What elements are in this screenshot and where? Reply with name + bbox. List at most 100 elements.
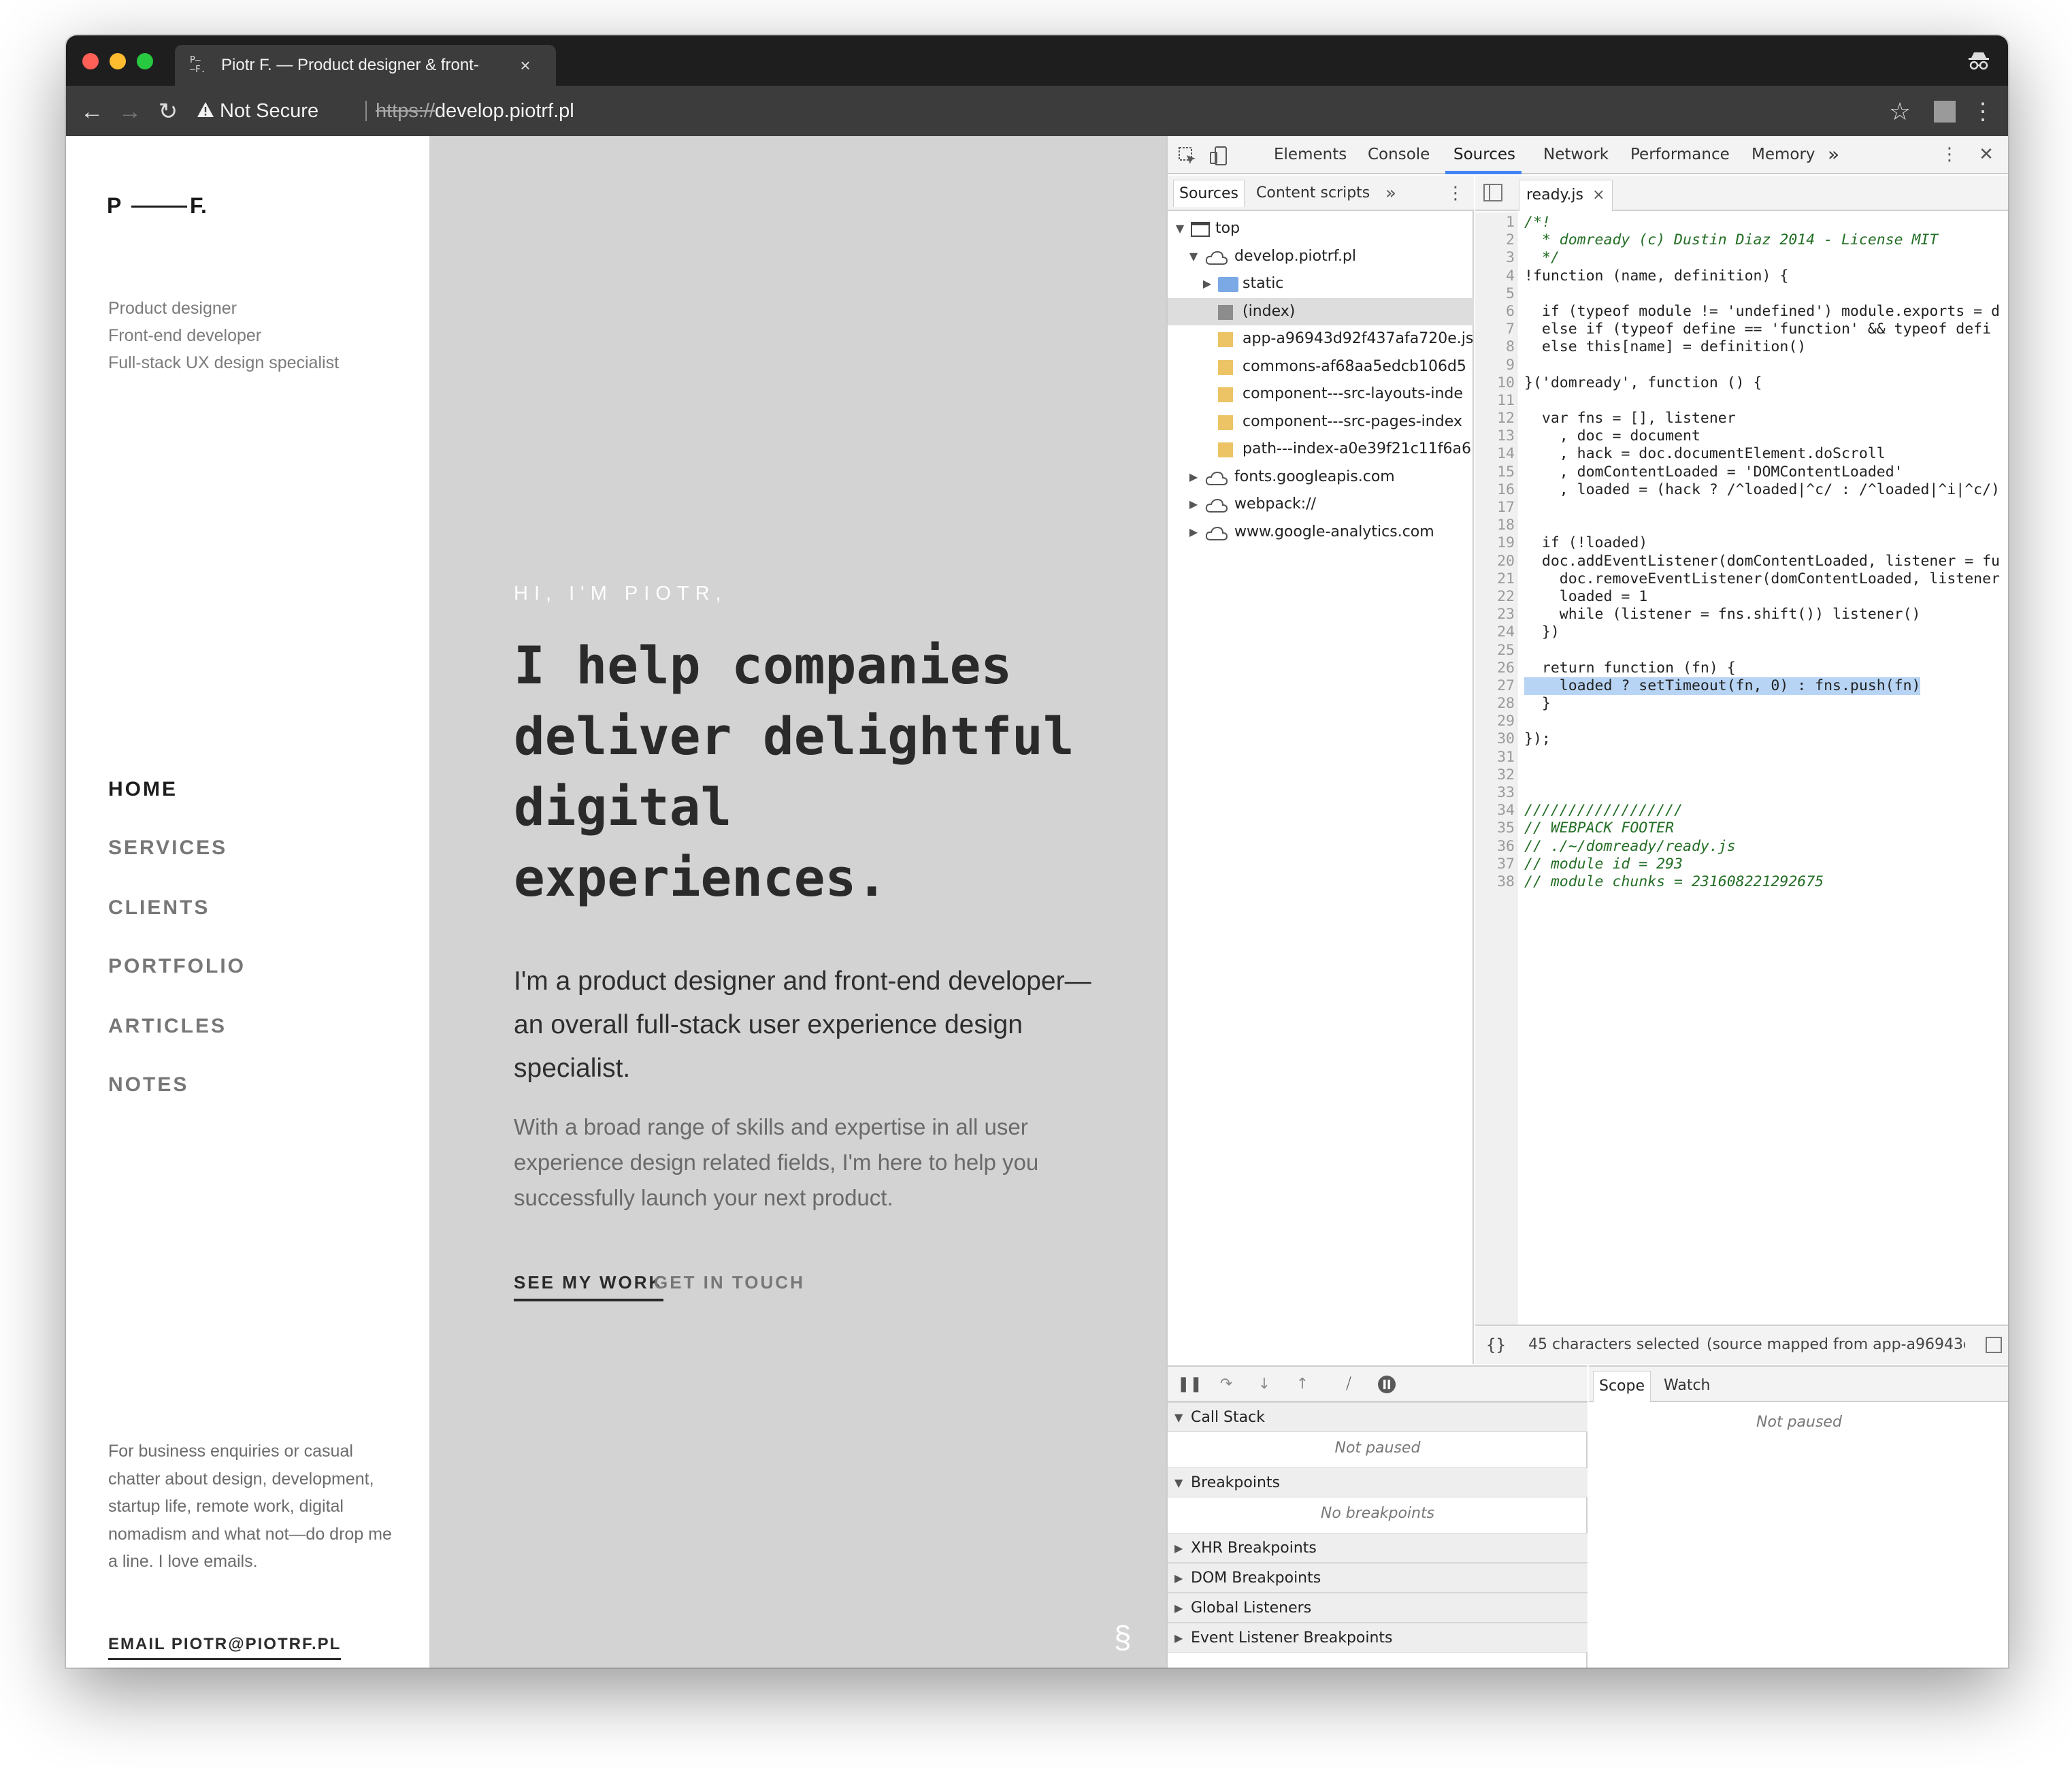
nav-services[interactable]: SERVICES — [108, 834, 227, 862]
code-line[interactable]: 25 — [1475, 642, 2008, 660]
code-line[interactable]: 34 ////////////////// — [1475, 802, 2008, 819]
tab-performance[interactable]: Performance — [1630, 143, 1730, 166]
tree-item[interactable]: ▶ fonts.googleapis.com — [1168, 464, 1474, 491]
code-line[interactable]: 6 if (typeof module != 'undefined') modu… — [1475, 303, 2008, 321]
tree-item[interactable]: component---src-pages-index — [1168, 408, 1474, 436]
expand-arrow-icon[interactable]: ▼ — [1173, 215, 1187, 242]
collapse-arrow-icon[interactable]: ▶ — [1187, 491, 1200, 518]
code-line[interactable]: 23 while (listener = fns.shift()) listen… — [1475, 606, 2008, 623]
nav-home[interactable]: HOME — [108, 776, 178, 803]
line-number[interactable]: 36 — [1475, 838, 1515, 856]
tab-network[interactable]: Network — [1543, 143, 1609, 166]
line-number[interactable]: 6 — [1475, 303, 1515, 321]
line-number[interactable]: 3 — [1475, 249, 1515, 267]
line-number[interactable]: 35 — [1475, 819, 1515, 837]
get-in-touch-button[interactable]: GET IN TOUCH — [654, 1270, 805, 1295]
navigator-more-icon[interactable]: » — [1385, 180, 1396, 207]
code-line[interactable]: 1 /*! — [1475, 214, 2008, 231]
code-line[interactable]: 36 // ./~/domready/ready.js — [1475, 838, 2008, 856]
line-number[interactable]: 7 — [1475, 321, 1515, 338]
line-number[interactable]: 21 — [1475, 570, 1515, 588]
pause-on-exceptions-icon[interactable] — [1376, 1374, 1398, 1395]
dom-breakpoints-header[interactable]: ▶ DOM Breakpoints — [1168, 1563, 1588, 1593]
code-line[interactable]: 15 , domContentLoaded = 'DOMContentLoade… — [1475, 464, 2008, 481]
code-line[interactable]: 9 — [1475, 357, 2008, 374]
tree-item[interactable]: ▼ develop.piotrf.pl — [1168, 243, 1474, 270]
line-number[interactable]: 11 — [1475, 392, 1515, 410]
code-line[interactable]: 12 var fns = [], listener — [1475, 410, 2008, 427]
line-number[interactable]: 13 — [1475, 427, 1515, 445]
nav-portfolio[interactable]: PORTFOLIO — [108, 953, 246, 980]
code-line[interactable]: 5 — [1475, 285, 2008, 303]
nav-notes[interactable]: NOTES — [108, 1071, 188, 1099]
xhr-breakpoints-header[interactable]: ▶ XHR Breakpoints — [1168, 1533, 1588, 1563]
tree-item[interactable]: ▶ static — [1168, 270, 1474, 297]
code-line[interactable]: 16 , loaded = (hack ? /^loaded|^c/ : /^l… — [1475, 481, 2008, 499]
code-line[interactable]: 33 — [1475, 784, 2008, 802]
tab-console[interactable]: Console — [1368, 143, 1430, 166]
tab-close-button[interactable]: × — [515, 54, 536, 76]
extension-icon[interactable] — [1934, 101, 1956, 123]
line-number[interactable]: 1 — [1475, 214, 1515, 231]
code-line[interactable]: 21 doc.removeEventListener(domContentLoa… — [1475, 570, 2008, 588]
line-number[interactable]: 8 — [1475, 338, 1515, 356]
code-line[interactable]: 10}('domready', function () { — [1475, 374, 2008, 392]
tree-item[interactable]: ▶ webpack:// — [1168, 491, 1474, 518]
devtools-menu-icon[interactable]: ⋮ — [1938, 143, 1961, 166]
code-line[interactable]: 4 !function (name, definition) { — [1475, 267, 2008, 285]
tab-scope[interactable]: Scope — [1593, 1371, 1651, 1402]
line-number[interactable]: 19 — [1475, 534, 1515, 552]
tab-memory[interactable]: Memory — [1752, 143, 1815, 166]
code-line[interactable]: 19 if (!loaded) — [1475, 534, 2008, 552]
event-listener-breakpoints-header[interactable]: ▶ Event Listener Breakpoints — [1168, 1623, 1588, 1653]
code-line[interactable]: 29 — [1475, 713, 2008, 730]
line-number[interactable]: 15 — [1475, 464, 1515, 481]
tab-sources[interactable]: Sources — [1453, 143, 1515, 166]
tree-item[interactable]: ▼ top — [1168, 215, 1474, 242]
line-number[interactable]: 17 — [1475, 499, 1515, 517]
line-number[interactable]: 22 — [1475, 588, 1515, 606]
email-link[interactable]: EMAIL PIOTR@PIOTRF.PL — [108, 1634, 342, 1660]
code-line[interactable]: 37 // module id = 293 — [1475, 856, 2008, 873]
line-number[interactable]: 12 — [1475, 410, 1515, 427]
collapse-arrow-icon[interactable]: ▶ — [1187, 464, 1200, 491]
code-line[interactable]: 13 , doc = document — [1475, 427, 2008, 445]
code-line[interactable]: 20 doc.addEventListener(domContentLoaded… — [1475, 553, 2008, 570]
tree-item[interactable]: component---src-layouts-inde — [1168, 380, 1474, 408]
line-number[interactable]: 30 — [1475, 730, 1515, 748]
line-number[interactable]: 2 — [1475, 231, 1515, 249]
breakpoints-header[interactable]: ▼ Breakpoints — [1168, 1467, 1588, 1497]
call-stack-header[interactable]: ▼ Call Stack — [1168, 1402, 1588, 1432]
security-label[interactable]: Not Secure — [220, 98, 318, 124]
step-over-icon[interactable]: ↷ — [1215, 1374, 1237, 1395]
tree-item[interactable]: (index) — [1168, 297, 1474, 325]
tree-item[interactable]: path---index-a0e39f21c11f6a6 — [1168, 436, 1474, 463]
line-number[interactable]: 37 — [1475, 856, 1515, 873]
line-number[interactable]: 23 — [1475, 606, 1515, 623]
code-line[interactable]: 38 // module chunks = 231608221292675 — [1475, 873, 2008, 891]
collapse-arrow-icon[interactable]: ▶ — [1187, 519, 1200, 546]
more-tabs-icon[interactable]: » — [1828, 143, 1839, 166]
code-line[interactable]: 28 } — [1475, 695, 2008, 713]
code-line[interactable]: 2 * domready (c) Dustin Diaz 2014 - Lice… — [1475, 231, 2008, 249]
line-number[interactable]: 27 — [1475, 677, 1515, 695]
line-number[interactable]: 10 — [1475, 374, 1515, 392]
line-number[interactable]: 18 — [1475, 517, 1515, 534]
code-line[interactable]: 26 return function (fn) { — [1475, 660, 2008, 677]
code-line[interactable]: 8 else this[name] = definition() — [1475, 338, 2008, 356]
code-line[interactable]: 18 — [1475, 517, 2008, 534]
navigator-tab-content-scripts[interactable]: Content scripts — [1256, 180, 1370, 207]
line-number[interactable]: 4 — [1475, 267, 1515, 285]
code-line[interactable]: 7 else if (typeof define == 'function' &… — [1475, 321, 2008, 338]
line-number[interactable]: 24 — [1475, 623, 1515, 641]
coverage-toggle-icon[interactable] — [1986, 1337, 2002, 1353]
see-my-work-button[interactable]: SEE MY WORK — [514, 1270, 664, 1301]
nav-articles[interactable]: ARTICLES — [108, 1013, 227, 1040]
tree-item[interactable]: commons-af68aa5edcb106d5 — [1168, 353, 1474, 380]
tab-elements[interactable]: Elements — [1274, 143, 1347, 166]
navigator-menu-icon[interactable]: ⋮ — [1447, 180, 1464, 207]
code-line[interactable]: 17 — [1475, 499, 2008, 517]
toggle-navigator-icon[interactable] — [1483, 184, 1502, 201]
code-line[interactable]: 27 loaded ? setTimeout(fn, 0) : fns.push… — [1475, 677, 2008, 696]
reload-icon[interactable]: ↻ — [154, 98, 182, 125]
